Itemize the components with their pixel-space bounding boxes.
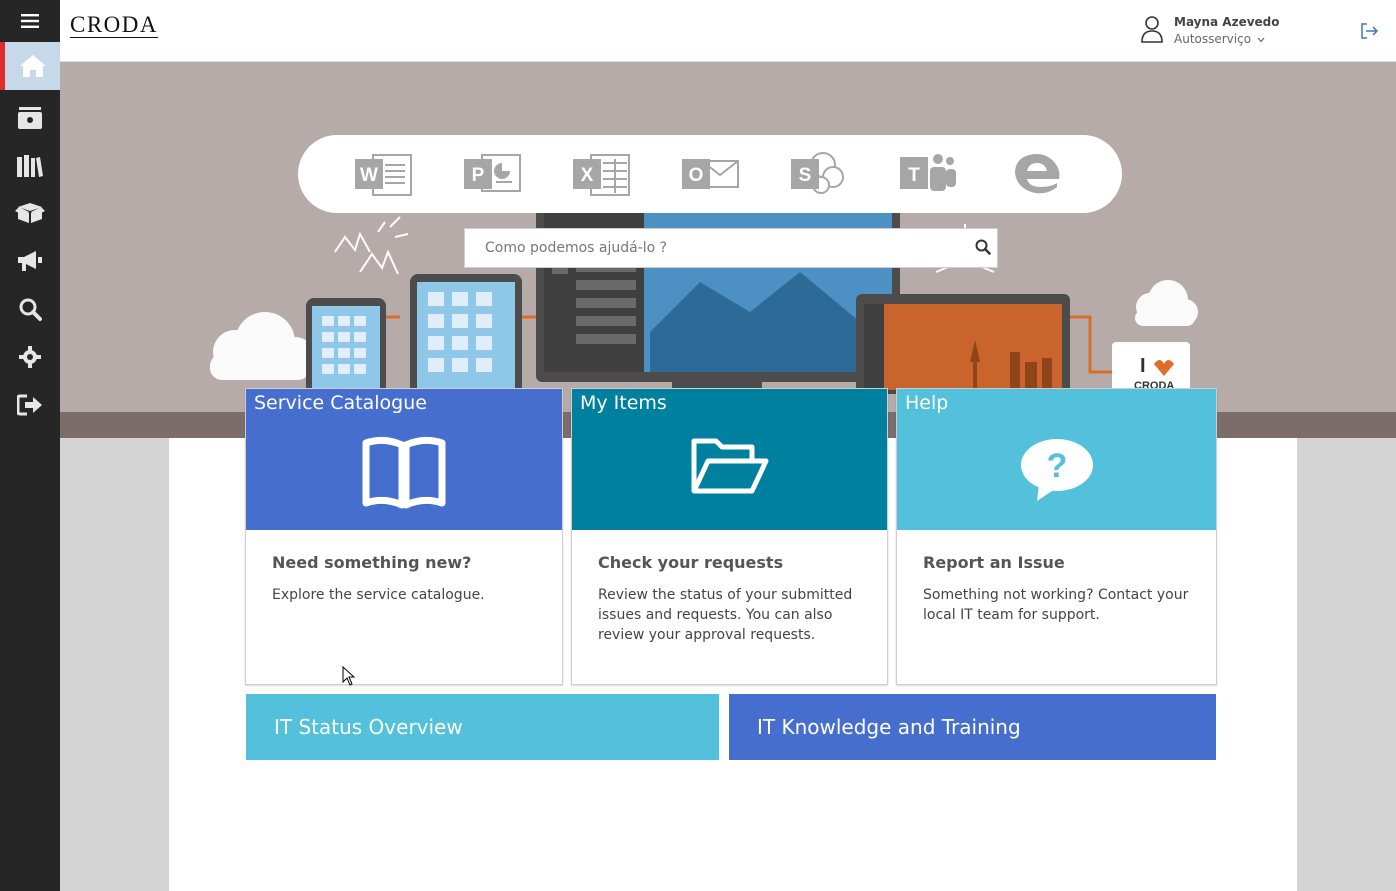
user-name: Mayna Azevedo <box>1174 15 1280 29</box>
svg-text:P: P <box>471 165 484 186</box>
croda-logo[interactable]: CRODA <box>70 13 159 38</box>
logout-button[interactable] <box>1360 22 1380 44</box>
svg-text:I: I <box>1140 355 1146 377</box>
tile-subtitle: Check your requests <box>598 553 784 572</box>
tile-title: Service Catalogue <box>254 392 427 414</box>
sidebar-item-sign-out[interactable] <box>0 381 60 429</box>
tile-title: My Items <box>580 392 667 414</box>
edge-app-link[interactable] <box>1005 148 1069 200</box>
word-icon: W <box>354 154 412 196</box>
tile-header: My Items <box>572 389 887 530</box>
excel-icon: X <box>572 154 630 196</box>
tile-title: Help <box>905 392 949 414</box>
svg-text:W: W <box>360 165 378 186</box>
search-icon <box>975 239 991 255</box>
excel-app-link[interactable]: X <box>569 148 633 200</box>
svg-text:?: ? <box>1046 447 1067 485</box>
top-header: CRODA Mayna Azevedo Autosserviço <box>60 0 1396 62</box>
teams-icon: T <box>900 154 957 191</box>
sharepoint-app-link[interactable]: S <box>787 148 851 200</box>
sidebar-item-announcements[interactable] <box>0 237 60 285</box>
office-apps-bar: W P X O S T <box>298 135 1122 213</box>
sidebar-item-box[interactable] <box>0 188 60 236</box>
library-icon <box>17 155 43 177</box>
tile-my-items[interactable]: My Items Check your requests Review the … <box>571 388 888 685</box>
button-label: IT Knowledge and Training <box>757 715 1021 739</box>
sidebar-nav <box>0 0 60 891</box>
button-label: IT Status Overview <box>274 715 463 739</box>
outlook-icon: O <box>681 159 739 189</box>
sidebar-item-home[interactable] <box>0 42 60 90</box>
powerpoint-app-link[interactable]: P <box>460 148 524 200</box>
tile-description: Review the status of your submitted issu… <box>598 587 853 643</box>
edge-icon <box>1015 154 1060 194</box>
mouse-cursor <box>342 665 356 690</box>
sign-out-icon <box>17 394 42 416</box>
user-role-label: Autosserviço <box>1174 32 1252 46</box>
menu-icon <box>21 14 39 28</box>
search-icon <box>19 298 42 321</box>
tile-header: Service Catalogue <box>246 389 562 530</box>
box-icon <box>15 203 45 223</box>
logout-icon <box>1361 23 1379 39</box>
tile-service-catalogue[interactable]: Service Catalogue Need something new? Ex… <box>245 388 563 685</box>
teams-app-link[interactable]: T <box>896 148 960 200</box>
question-bubble-icon: ? <box>1019 437 1095 509</box>
home-icon <box>19 55 46 77</box>
outlook-app-link[interactable]: O <box>678 148 742 200</box>
chevron-down-icon <box>1257 37 1265 43</box>
it-status-overview-button[interactable]: IT Status Overview <box>246 694 719 760</box>
search-button[interactable] <box>975 239 991 259</box>
user-menu[interactable]: Mayna Azevedo Autosserviço <box>1140 14 1280 48</box>
svg-text:T: T <box>908 165 920 186</box>
word-app-link[interactable]: W <box>351 148 415 200</box>
user-role-dropdown[interactable]: Autosserviço <box>1174 30 1280 48</box>
hero-banner: I CRODA -vindo ao IT Service Desk W P X … <box>60 62 1396 438</box>
sidebar-item-search[interactable] <box>0 285 60 333</box>
search-input[interactable] <box>465 229 955 267</box>
tile-header: Help ? <box>897 389 1216 530</box>
tile-description: Something not working? Contact your loca… <box>923 587 1189 623</box>
hamburger-menu-button[interactable] <box>0 0 60 42</box>
book-open-icon <box>362 435 446 515</box>
tile-description: Explore the service catalogue. <box>272 587 485 603</box>
inbox-icon <box>18 107 42 129</box>
megaphone-icon <box>18 251 42 271</box>
it-knowledge-training-button[interactable]: IT Knowledge and Training <box>729 694 1216 760</box>
search-bar <box>464 228 998 268</box>
sidebar-item-settings[interactable] <box>0 333 60 381</box>
svg-text:O: O <box>689 165 704 186</box>
user-icon <box>1141 16 1163 43</box>
tile-subtitle: Need something new? <box>272 553 472 572</box>
sidebar-item-inbox[interactable] <box>0 94 60 142</box>
tile-help[interactable]: Help ? Report an Issue Something not wor… <box>896 388 1217 685</box>
sidebar-item-library[interactable] <box>0 142 60 190</box>
svg-text:X: X <box>581 165 594 186</box>
folder-open-icon <box>690 435 770 503</box>
tile-subtitle: Report an Issue <box>923 553 1065 572</box>
svg-text:S: S <box>799 165 812 186</box>
gear-icon <box>19 346 41 368</box>
powerpoint-icon: P <box>463 154 521 192</box>
sharepoint-icon: S <box>791 152 845 194</box>
